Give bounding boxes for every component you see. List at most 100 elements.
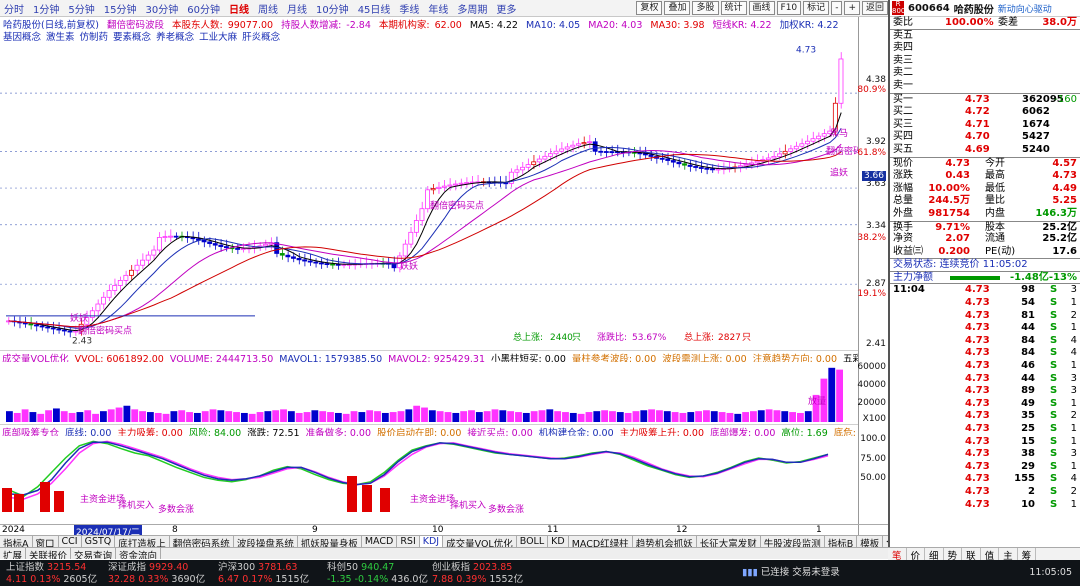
volume-bar <box>193 412 201 422</box>
ind-y-label: 100.0 <box>860 434 886 444</box>
toolbar-button[interactable]: 复权 <box>636 1 663 15</box>
buy-row[interactable]: 买五 4.69 5240 <box>890 144 1080 157</box>
period-tab[interactable]: 日线 <box>229 1 249 16</box>
period-tab[interactable]: 月线 <box>287 1 307 16</box>
toolbar-button[interactable]: 统计 <box>720 1 747 15</box>
toolbar-button[interactable]: - <box>831 1 843 15</box>
period-tab[interactable]: 45日线 <box>358 1 391 16</box>
indicator-tab[interactable]: 窗口 <box>33 536 59 547</box>
indicator-chart[interactable]: 主资金进场择机买入 多数会涨主资金进场择机买入 多数会涨 <box>0 436 858 514</box>
candle <box>726 161 732 173</box>
period-tab[interactable]: 季线 <box>399 1 419 16</box>
toolbar-button[interactable]: 多股 <box>692 1 719 15</box>
indicator-tab[interactable]: MACD红绿柱 <box>569 536 633 547</box>
tick-row: 4.73 44 S 1 <box>890 322 1080 335</box>
period-tab[interactable]: 60分钟 <box>187 1 220 16</box>
index-value: 9929.40 <box>149 562 189 573</box>
period-tab[interactable]: 周线 <box>258 1 278 16</box>
extra-tab[interactable]: 关联报价 <box>26 548 72 559</box>
extra-tab[interactable]: 资金流向 <box>116 548 162 559</box>
buy-row[interactable]: 买四 4.70 5427 <box>890 131 1080 144</box>
indicator-tab[interactable]: 翻倍密码系统 <box>170 536 234 547</box>
toolbar-button[interactable]: 画线 <box>748 1 775 15</box>
quote-tab[interactable]: 笔 <box>888 548 907 562</box>
indicator-tab[interactable]: 牛股波段监测 <box>761 536 825 547</box>
sell-row[interactable]: 卖四 <box>890 42 1080 55</box>
period-tab[interactable]: 分时 <box>4 1 24 16</box>
index-quote[interactable]: 科创50 940.47 -1.35 -0.14% 436.0亿 <box>327 562 428 586</box>
volume-bar <box>569 412 577 422</box>
extra-tab[interactable]: 扩展 <box>0 548 27 559</box>
period-tab[interactable]: 多周期 <box>457 1 487 16</box>
indicator-tab[interactable]: 指标B <box>825 536 858 547</box>
indicator-header: 底部吸筹专仓 底线: 0.00 主力吸筹: 0.00 风险: 84.00 涨跌: 72.… <box>0 424 858 436</box>
toolbar-button[interactable]: 叠加 <box>664 1 691 15</box>
index-quote[interactable]: 创业板指 2023.85 7.88 0.39% 1552亿 <box>432 562 523 586</box>
indicator-tab[interactable]: 波段操盘系统 <box>234 536 298 547</box>
indicator-tab[interactable]: GSTQ <box>82 536 116 547</box>
indicator-name[interactable]: 翻倍密码波段 <box>107 20 164 29</box>
volume-bar <box>616 412 624 422</box>
tick-row: 4.73 29 S 1 <box>890 461 1080 474</box>
indicator-tab[interactable]: 抓妖股量身板 <box>298 536 362 547</box>
candle <box>39 321 45 331</box>
indicator-tab[interactable]: KDJ <box>419 536 444 547</box>
y-label: 2.41 <box>865 339 886 349</box>
tick-direction: S <box>1050 473 1058 485</box>
quote-tab[interactable]: 筹 <box>1018 548 1037 562</box>
indicator-tab[interactable]: KD <box>548 536 569 547</box>
indicator-tab[interactable]: MACD <box>362 536 398 547</box>
period-tab[interactable]: 更多 <box>496 1 516 16</box>
period-tab[interactable]: 年线 <box>428 1 448 16</box>
indicator-tab[interactable]: 成交量VOL优化 <box>443 536 517 547</box>
indicator-tab[interactable]: 长征大富发财 <box>697 536 761 547</box>
index-line-1: 上证指数 3215.54 <box>6 562 97 574</box>
quote-tab[interactable]: 值 <box>981 548 1000 562</box>
indicator-tab[interactable]: RSI <box>397 536 420 547</box>
candlestick-chart[interactable]: 4.732.43翻倍密码买点翻倍密码买点妖妖妖妖黑马翻倍密码追妖总上涨: 2440… <box>0 40 858 350</box>
volume-bar <box>522 412 530 422</box>
indicator-tab[interactable]: 趋势机会抓妖 <box>633 536 697 547</box>
period-tab[interactable]: 15分钟 <box>104 1 137 16</box>
stat-label: 收益㈢ <box>893 245 923 257</box>
tick-price: 4.73 <box>965 498 990 510</box>
sell-row[interactable]: 卖五 <box>890 30 1080 43</box>
sell-row[interactable]: 卖一 <box>890 80 1080 93</box>
quote-tab[interactable]: 价 <box>907 548 926 562</box>
toolbar-button[interactable]: 返回 <box>861 1 888 15</box>
period-tab[interactable]: 1分钟 <box>33 1 59 16</box>
volume-bar <box>13 412 21 422</box>
index-quote[interactable]: 沪深300 3781.63 6.47 0.17% 1515亿 <box>218 562 309 586</box>
sell-row[interactable]: 卖三 <box>890 55 1080 68</box>
buy-row[interactable]: 买一 4.73 362095 -160 <box>890 94 1080 107</box>
indicator-tab[interactable]: 指标A <box>0 536 33 547</box>
indicator-tab[interactable]: BOLL <box>517 536 549 547</box>
index-quote[interactable]: 上证指数 3215.54 4.11 0.13% 2605亿 <box>6 562 97 586</box>
toolbar-button[interactable]: + <box>844 1 860 15</box>
buy-row[interactable]: 买三 4.71 1674 <box>890 119 1080 132</box>
period-tab[interactable]: 5分钟 <box>68 1 94 16</box>
toolbar-button[interactable]: 标记 <box>803 1 830 15</box>
tick-list[interactable]: 11:04 4.73 98 S 3 4.73 54 S 1 4.73 81 S 2 4.73 44 S 1 4.7… <box>890 283 1080 511</box>
quote-tab[interactable]: 主 <box>999 548 1018 562</box>
period-tab[interactable]: 10分钟 <box>316 1 349 16</box>
quote-tab[interactable]: 细 <box>925 548 944 562</box>
quote-tab[interactable]: 联 <box>962 548 981 562</box>
volume-chart[interactable]: 放量 <box>0 362 858 424</box>
stock-tag[interactable]: 新动向心驱动 <box>998 2 1052 15</box>
pct-label: 涨跌比: <box>597 331 627 343</box>
volume-bar <box>405 409 413 422</box>
tick-direction: S <box>1050 435 1058 447</box>
connection-status[interactable]: ▮▮▮ 已连接 交易未登录 <box>742 567 840 579</box>
period-tab[interactable]: 30分钟 <box>145 1 178 16</box>
extra-tab[interactable]: 交易查询 <box>71 548 117 559</box>
indicator-tab[interactable]: 模板 <box>857 536 884 547</box>
tick-volume: 84 <box>1021 334 1035 346</box>
toolbar-button[interactable]: F10 <box>776 1 802 15</box>
indicator-tab[interactable]: CCI <box>59 536 82 547</box>
indicator-tab[interactable]: 底打造板上 <box>115 536 170 547</box>
index-quote[interactable]: 深证成指 9929.40 32.28 0.33% 3690亿 <box>108 562 205 586</box>
buy-row[interactable]: 买二 4.72 6062 <box>890 106 1080 119</box>
sell-row[interactable]: 卖二 <box>890 67 1080 80</box>
quote-tab[interactable]: 势 <box>944 548 963 562</box>
